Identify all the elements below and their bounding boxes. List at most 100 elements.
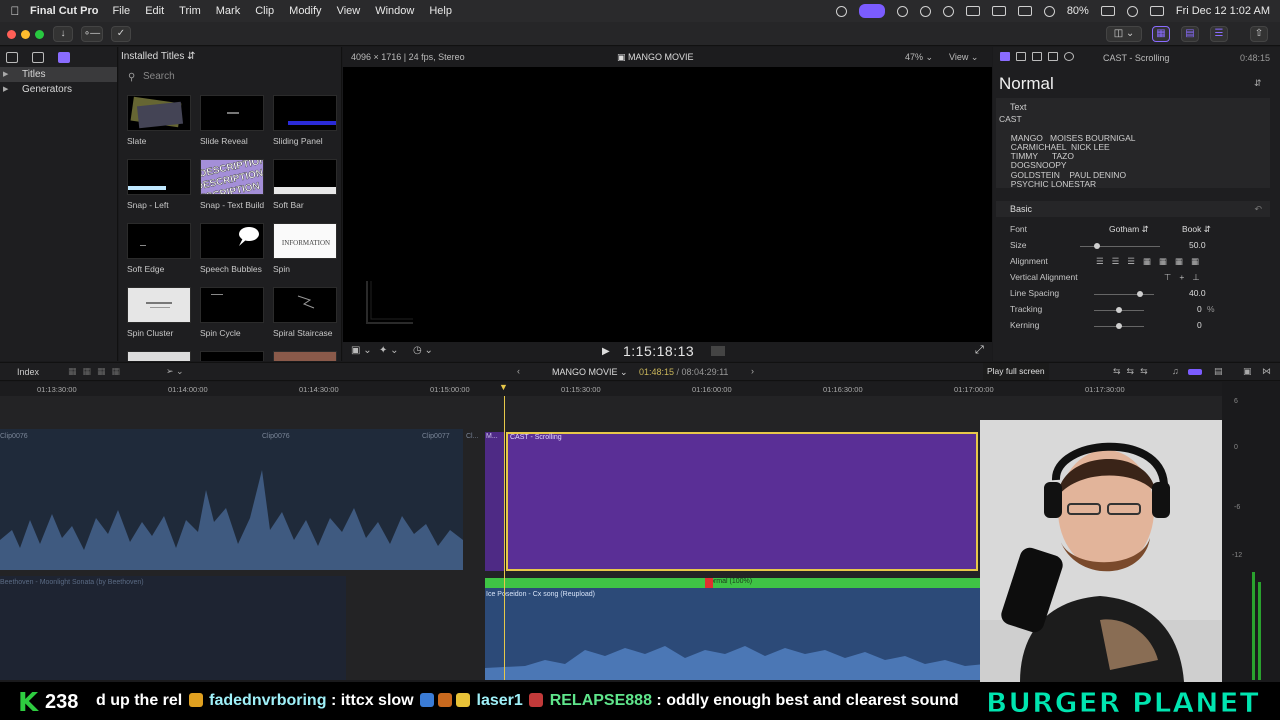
viewer-timecode[interactable]: 1:15:18:13 [623,343,694,359]
line-spacing-slider[interactable] [1094,291,1154,297]
import-button[interactable]: ↓ [53,26,73,42]
title-tile-spin[interactable]: INFORMATION Spin [273,223,337,274]
audio-volume-bar[interactable]: Normal (100%) [485,578,989,588]
title-tile-speech-bubbles[interactable]: Speech Bubbles [200,223,264,274]
fullscreen-icon[interactable]: ⤢ [975,344,984,357]
zoom-dropdown[interactable]: 47% ⌄ [905,52,933,63]
timeline-ruler[interactable]: 01:13:30:00 01:14:00:00 01:14:30:00 01:1… [0,382,1222,396]
menu-view[interactable]: View [337,5,361,17]
headphones-icon[interactable]: ♫ [1172,366,1179,376]
slider-knob[interactable] [1116,323,1122,329]
reset-icon[interactable]: ↶ [1254,201,1262,217]
view-dropdown[interactable]: View ⌄ [949,52,978,63]
timeline-toggle-icon[interactable]: ▤ [1181,26,1199,42]
title-tile-partial[interactable] [127,351,191,361]
skimming-toggle-icon[interactable] [1188,369,1202,375]
font-weight-select[interactable]: Book ⇵ [1182,224,1211,235]
filter-inspector-icon[interactable] [1048,52,1058,61]
edit-buttons[interactable]: ▦▦▦▦ [68,366,126,377]
close-window-button[interactable] [7,30,16,39]
title-clip-cast-scrolling[interactable]: CAST - Scrolling [506,432,978,571]
browser-toggle-icon[interactable]: ▦ [1152,26,1170,42]
zoom-window-button[interactable] [35,30,44,39]
menu-clip[interactable]: Clip [255,5,274,17]
alignment-buttons[interactable]: ☰☰☰▦▦▦▦ [1096,256,1207,267]
slider-knob[interactable] [1116,307,1122,313]
playhead-marker-icon[interactable]: ▼ [499,382,508,392]
menu-help[interactable]: Help [429,5,452,17]
size-value[interactable]: 50.0 [1189,240,1206,250]
search-icon[interactable] [1126,5,1138,17]
vertical-alignment-buttons[interactable]: ⊤+⊥ [1164,272,1208,283]
timeline-view-buttons[interactable]: ⇆⇆⇆ [1113,366,1154,377]
sidebar-item-generators[interactable]: ▶ Generators [0,82,117,97]
title-tile-slate[interactable]: Slate [127,95,191,146]
play-icon[interactable]: ▶ [602,346,610,357]
back-arrow-icon[interactable]: ‹ [517,366,520,376]
title-clip-start[interactable]: M... [485,432,505,571]
title-tile-partial[interactable] [200,351,264,361]
installed-titles-dropdown[interactable]: Installed Titles ⇵ [119,47,341,67]
text-inspector-icon[interactable] [1000,52,1010,61]
volume-icon[interactable] [965,6,980,16]
app-menu[interactable]: Final Cut Pro [30,5,98,17]
video-inspector-icon[interactable] [1016,52,1026,61]
keywords-button[interactable]: ∘— [81,26,103,42]
title-tile-spin-cycle[interactable]: Spin Cycle [200,287,264,338]
menu-edit[interactable]: Edit [145,5,164,17]
tracking-value[interactable]: 0 [1197,304,1202,314]
disclosure-triangle-icon[interactable]: ▶ [3,82,8,97]
play-icon[interactable] [942,5,954,17]
timeline-project-dropdown[interactable]: MANGO MOVIE ⌄ [552,367,628,378]
bluetooth-icon[interactable] [1017,6,1032,16]
forward-arrow-icon[interactable]: › [751,366,754,376]
slider-knob[interactable] [1094,243,1100,249]
title-tile-slide-reveal[interactable]: Slide Reveal [200,95,264,146]
minimize-window-button[interactable] [21,30,30,39]
info-inspector-icon[interactable] [1064,52,1074,61]
workspace-button[interactable]: ◫ ⌄ [1106,26,1142,42]
wifi-icon[interactable] [1043,5,1055,17]
apple-icon[interactable]:  [0,4,30,18]
menu-mark[interactable]: Mark [216,5,240,17]
disclosure-triangle-icon[interactable]: ▶ [3,67,8,82]
primary-storyline-clip[interactable]: Clip0076 Clip0076 Clip0077 Cl... [0,429,478,570]
inspector-toggle-icon[interactable]: ☰ [1210,26,1228,42]
effects-browser-icon[interactable]: ▣ [1243,366,1252,377]
share-icon[interactable]: ⇧ [1250,26,1268,42]
titles-generators-icon[interactable] [58,51,70,63]
menubar-clock[interactable]: Fri Dec 12 1:02 AM [1176,5,1270,17]
size-slider[interactable] [1080,243,1160,249]
tracking-slider[interactable] [1094,307,1144,313]
battery-icon[interactable] [1100,6,1115,16]
playhead[interactable] [504,396,505,680]
control-center-icon[interactable] [1149,6,1164,16]
title-tile-snap-left[interactable]: Snap - Left [127,159,191,210]
line-spacing-value[interactable]: 40.0 [1189,288,1206,298]
search-field[interactable]: ⚲ Search [121,69,339,84]
creative-cloud-icon[interactable] [835,5,847,17]
index-button[interactable]: Index [17,367,39,377]
menu-file[interactable]: File [112,5,130,17]
record-icon[interactable] [919,5,931,17]
music-clip[interactable]: Beethoven - Moonlight Sonata (by Beethov… [0,576,346,680]
menu-modify[interactable]: Modify [289,5,321,17]
photos-audio-icon[interactable] [32,51,44,63]
select-tool-icon[interactable]: ➢ ⌄ [166,366,184,377]
kerning-slider[interactable] [1094,323,1144,329]
menu-trim[interactable]: Trim [179,5,201,17]
clip-appearance-icon[interactable]: ▤ [1214,366,1223,377]
enhance-icon[interactable]: ✦ ⌄ [379,345,399,356]
text-field[interactable]: Text CAST MANGO MOISES BOURNIGAL CARMICH… [996,98,1270,189]
sidebar-item-titles[interactable]: ▶ Titles [0,67,117,82]
film-inspector-icon[interactable] [1032,52,1042,61]
title-tile-soft-edge[interactable]: Soft Edge [127,223,191,274]
kerning-value[interactable]: 0 [1197,320,1202,330]
title-tile-spiral-staircase[interactable]: Spiral Staircase [273,287,337,338]
transitions-browser-icon[interactable]: ⋈ [1262,366,1271,377]
font-family-select[interactable]: Gotham ⇵ [1109,224,1149,235]
song-clip[interactable]: Ice Poseidon - Cx song (Reupload) [485,588,985,680]
menu-window[interactable]: Window [375,5,414,17]
background-tasks-button[interactable]: ✓ [111,26,131,42]
media-library-icon[interactable] [6,51,18,63]
